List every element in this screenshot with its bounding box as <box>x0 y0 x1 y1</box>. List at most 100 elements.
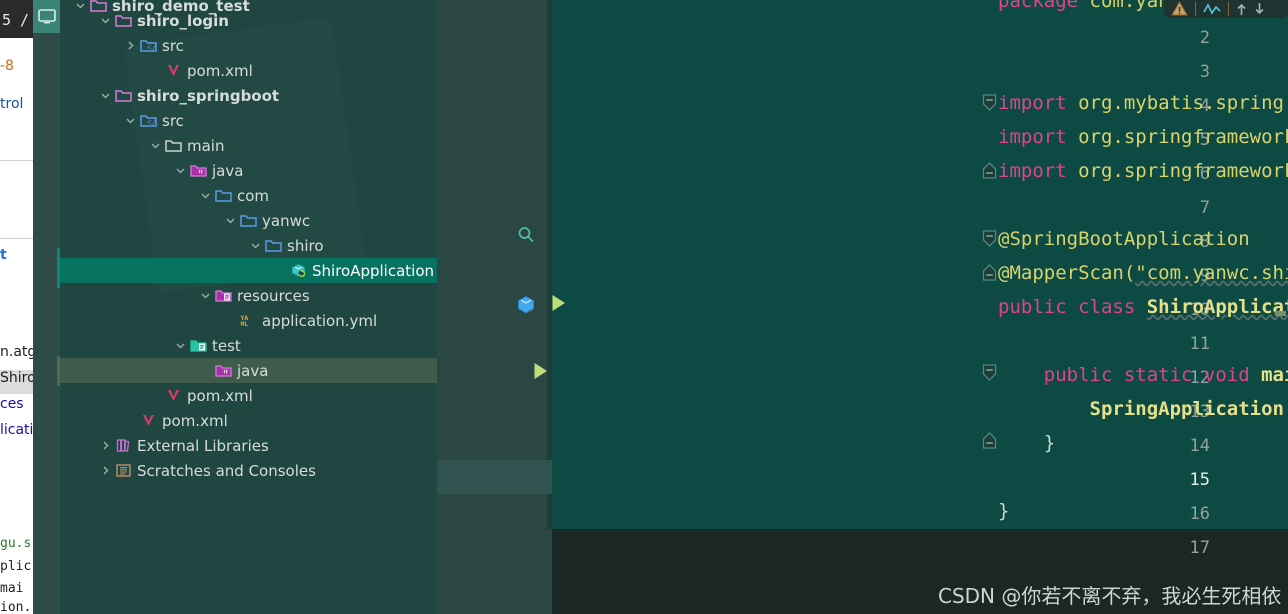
fold-marker-fold-end[interactable] <box>982 264 997 285</box>
code-token: } <box>998 432 1056 454</box>
tree-row-shiro[interactable]: shiro <box>60 233 437 258</box>
chevron-down-icon[interactable] <box>222 215 238 226</box>
tree-row-java[interactable]: java <box>60 158 437 183</box>
spring-boot-class-icon <box>291 264 305 278</box>
browser-tab-text: 5 / <box>2 11 30 29</box>
svg-text:</>: </> <box>147 119 157 128</box>
tree-row-external-libraries[interactable]: External Libraries <box>60 433 437 458</box>
code-line-12[interactable]: public static void main(String[] args) { <box>998 364 1288 386</box>
tree-row-scratches-and-consoles[interactable]: Scratches and Consoles <box>60 458 437 483</box>
chevron-down-icon[interactable] <box>97 15 113 26</box>
tree-row-src[interactable]: </> src <box>60 33 437 58</box>
tree-row-shiro-springboot[interactable]: shiro_springboot <box>60 83 437 108</box>
chevron-right-icon[interactable] <box>97 440 113 451</box>
fold-marker-fold-end[interactable] <box>982 432 997 453</box>
browser-result-2[interactable]: ces <box>0 396 24 412</box>
chevron-down-icon[interactable] <box>172 165 188 176</box>
tree-row-label: pom.xml <box>187 386 253 405</box>
chevron-down-icon[interactable] <box>97 90 113 101</box>
tree-row-resources[interactable]: resources <box>60 283 437 308</box>
chevron-down-icon[interactable] <box>197 190 213 201</box>
code-token: import <box>998 126 1079 148</box>
tree-row-label: yanwc <box>262 211 311 230</box>
fold-marker-fold-start[interactable] <box>982 364 997 385</box>
code-line-4[interactable]: import org.mybatis.spring.annotation.Map… <box>998 92 1288 114</box>
fold-marker-fold-start[interactable] <box>982 230 997 251</box>
chevron-right-icon[interactable] <box>122 40 138 51</box>
tree-row-pom-xml[interactable]: pom.xml <box>60 408 437 433</box>
widget-divider-1 <box>1195 2 1196 16</box>
code-token: @MapperScan( <box>998 262 1136 284</box>
maven-icon <box>167 65 179 76</box>
browser-result-3[interactable]: licati <box>0 422 33 438</box>
spring-bean-icon-line-10[interactable] <box>515 294 537 320</box>
chevron-down-icon[interactable] <box>247 240 263 251</box>
tree-row-pom-xml[interactable]: pom.xml <box>60 58 437 83</box>
code-line-6[interactable]: import org.springframework.boot.autoconf… <box>998 160 1288 182</box>
tree-row-java[interactable]: java <box>60 358 437 383</box>
browser-code-1: plic <box>0 559 32 574</box>
folder-resources-icon <box>213 288 233 303</box>
chevron-down-icon[interactable] <box>147 140 163 151</box>
chevron-right-icon[interactable] <box>97 465 113 476</box>
caret-down-icon[interactable] <box>1254 2 1265 16</box>
background-browser-window[interactable]: 5 / -8 trol t n.atg Shiro ces licati gu.… <box>0 0 33 614</box>
maven-icon <box>138 413 158 428</box>
editor-gutter-lower <box>437 529 552 614</box>
run-gutter-icon[interactable] <box>529 360 551 382</box>
run-gutter-icon-line-12[interactable] <box>529 360 551 386</box>
folder-test-icon <box>188 338 208 353</box>
tree-row-shiroapplication[interactable]: ShiroApplication <box>60 258 437 283</box>
browser-code-0: gu.s <box>0 536 32 551</box>
tree-row-label: shiro <box>287 236 324 255</box>
tree-row-label: pom.xml <box>162 411 228 430</box>
maven-icon <box>163 388 183 403</box>
tree-row-application-yml[interactable]: YA ML application.yml <box>60 308 437 333</box>
line-number-16: 16 <box>1189 504 1210 524</box>
tree-row-pom-xml[interactable]: pom.xml <box>60 383 437 408</box>
project-tree-panel[interactable]: shiro_demo_testshiro_login</>srcpom.xmls… <box>60 0 437 614</box>
run-gutter-icon-line-10[interactable] <box>547 292 569 318</box>
inspection-widget[interactable] <box>1164 0 1288 18</box>
code-line-13[interactable]: SpringApplication.run(ShiroApplication.c… <box>998 398 1288 420</box>
fold-marker-fold-start[interactable] <box>982 94 997 115</box>
spring-bean-icon[interactable] <box>515 294 537 316</box>
run-gutter-icon[interactable] <box>547 292 569 314</box>
tree-row-shiro-login[interactable]: shiro_login <box>60 8 437 33</box>
tree-row-yanwc[interactable]: yanwc <box>60 208 437 233</box>
fold-marker-fold-end[interactable] <box>982 162 997 183</box>
tree-row-test[interactable]: test <box>60 333 437 358</box>
chevron-down-icon[interactable] <box>197 290 213 301</box>
tree-row-main[interactable]: main <box>60 133 437 158</box>
maven-icon <box>167 390 179 401</box>
code-line-14[interactable]: } <box>998 432 1055 454</box>
search-bean-icon[interactable] <box>517 226 535 244</box>
left-tool-strip <box>33 0 60 614</box>
code-editor[interactable]: 1package com.yanwc.shiro;234import org.m… <box>437 0 1288 614</box>
tree-row-src[interactable]: </> src <box>60 108 437 133</box>
browser-result-heading: t <box>0 247 7 263</box>
current-line-gutter-highlight <box>437 460 552 494</box>
browser-result-1[interactable]: Shiro <box>0 370 33 386</box>
browser-result-0[interactable]: n.atg <box>0 344 33 360</box>
editor-scrollbar-marker[interactable] <box>1275 311 1286 316</box>
chevron-down-icon[interactable] <box>172 340 188 351</box>
chevron-down-icon[interactable] <box>122 115 138 126</box>
caret-up-icon[interactable] <box>1236 2 1247 16</box>
svg-text:ML: ML <box>240 321 248 328</box>
library-icon <box>113 438 133 453</box>
code-line-9[interactable]: @MapperScan("com.yanwc.shiro.mapper") <box>998 262 1288 284</box>
code-token: package <box>998 0 1090 12</box>
search-bean-icon-line-8[interactable] <box>517 226 535 248</box>
code-line-16[interactable]: } <box>998 500 1009 522</box>
code-token: org.springframework.boot.SpringApplicati… <box>1078 126 1288 148</box>
tree-row-com[interactable]: com <box>60 183 437 208</box>
sidebar-item-project[interactable] <box>33 0 60 33</box>
inspection-wave-icon[interactable] <box>1203 2 1221 16</box>
warning-triangle-icon[interactable] <box>1171 1 1188 16</box>
code-line-10[interactable]: public class ShiroApplication { <box>998 296 1288 318</box>
code-line-5[interactable]: import org.springframework.boot.SpringAp… <box>998 126 1288 148</box>
browser-url-row[interactable] <box>0 38 33 140</box>
code-line-8[interactable]: @SpringBootApplication <box>998 228 1250 250</box>
